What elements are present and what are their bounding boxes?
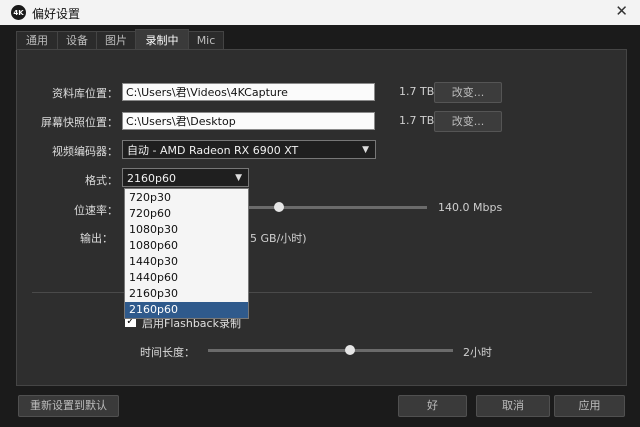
section-divider: [32, 292, 592, 293]
format-option[interactable]: 720p30: [125, 190, 248, 206]
window-title: 偏好设置: [32, 7, 81, 21]
bitrate-slider-handle[interactable]: [273, 202, 284, 212]
format-option[interactable]: 720p60: [125, 206, 248, 222]
format-value: 2160p60: [127, 172, 176, 185]
preferences-window: 4K 偏好设置 ✕ 通用 设备 图片 录制中 Mic 资料库位置： C:\Use…: [0, 0, 640, 427]
format-option-selected[interactable]: 2160p60: [125, 302, 248, 318]
snapshot-location-label: 屏幕快照位置：: [41, 116, 118, 129]
snapshot-change-button[interactable]: 改变...: [434, 111, 502, 132]
duration-label: 时间长度：: [140, 346, 195, 359]
tab-mic[interactable]: Mic: [188, 31, 224, 50]
video-encoder-value: 自动 - AMD Radeon RX 6900 XT: [127, 144, 299, 157]
format-select[interactable]: 2160p60 ▼: [122, 168, 249, 187]
tab-images[interactable]: 图片: [96, 31, 136, 50]
bitrate-value: 140.0 Mbps: [438, 201, 503, 214]
ok-button[interactable]: 好: [398, 395, 467, 417]
tab-recording[interactable]: 录制中: [135, 29, 189, 51]
duration-value: 2小时: [463, 346, 492, 359]
library-change-button[interactable]: 改变...: [434, 82, 502, 103]
chevron-down-icon: ▼: [362, 145, 369, 155]
library-location-field[interactable]: C:\Users\君\Videos\4KCapture: [122, 83, 375, 101]
format-option[interactable]: 2160p30: [125, 286, 248, 302]
video-encoder-label: 视频编码器：: [52, 145, 118, 158]
format-option[interactable]: 1080p60: [125, 238, 248, 254]
app-logo-icon: 4K: [11, 5, 26, 20]
format-label: 格式：: [85, 174, 118, 187]
library-location-label: 资料库位置：: [52, 87, 118, 100]
output-value: 5 GB/小时): [250, 232, 307, 245]
snapshot-free-space: 1.7 TB: [399, 114, 435, 127]
tab-devices[interactable]: 设备: [57, 31, 97, 50]
snapshot-location-field[interactable]: C:\Users\君\Desktop: [122, 112, 375, 130]
tab-general[interactable]: 通用: [16, 31, 58, 50]
bitrate-label: 位速率：: [74, 204, 118, 217]
cancel-button[interactable]: 取消: [476, 395, 550, 417]
apply-button[interactable]: 应用: [554, 395, 625, 417]
format-option[interactable]: 1080p30: [125, 222, 248, 238]
video-encoder-select[interactable]: 自动 - AMD Radeon RX 6900 XT ▼: [122, 140, 376, 159]
title-bar: 4K 偏好设置 ✕: [0, 0, 640, 25]
output-label: 输出：: [80, 232, 113, 245]
format-option[interactable]: 1440p30: [125, 254, 248, 270]
format-option[interactable]: 1440p60: [125, 270, 248, 286]
close-icon[interactable]: ✕: [615, 2, 628, 20]
duration-slider-track[interactable]: [208, 349, 453, 352]
format-dropdown-list: 720p30 720p60 1080p30 1080p60 1440p30 14…: [124, 188, 249, 319]
library-free-space: 1.7 TB: [399, 85, 435, 98]
reset-defaults-button[interactable]: 重新设置到默认: [18, 395, 119, 417]
chevron-down-icon: ▼: [235, 173, 242, 183]
